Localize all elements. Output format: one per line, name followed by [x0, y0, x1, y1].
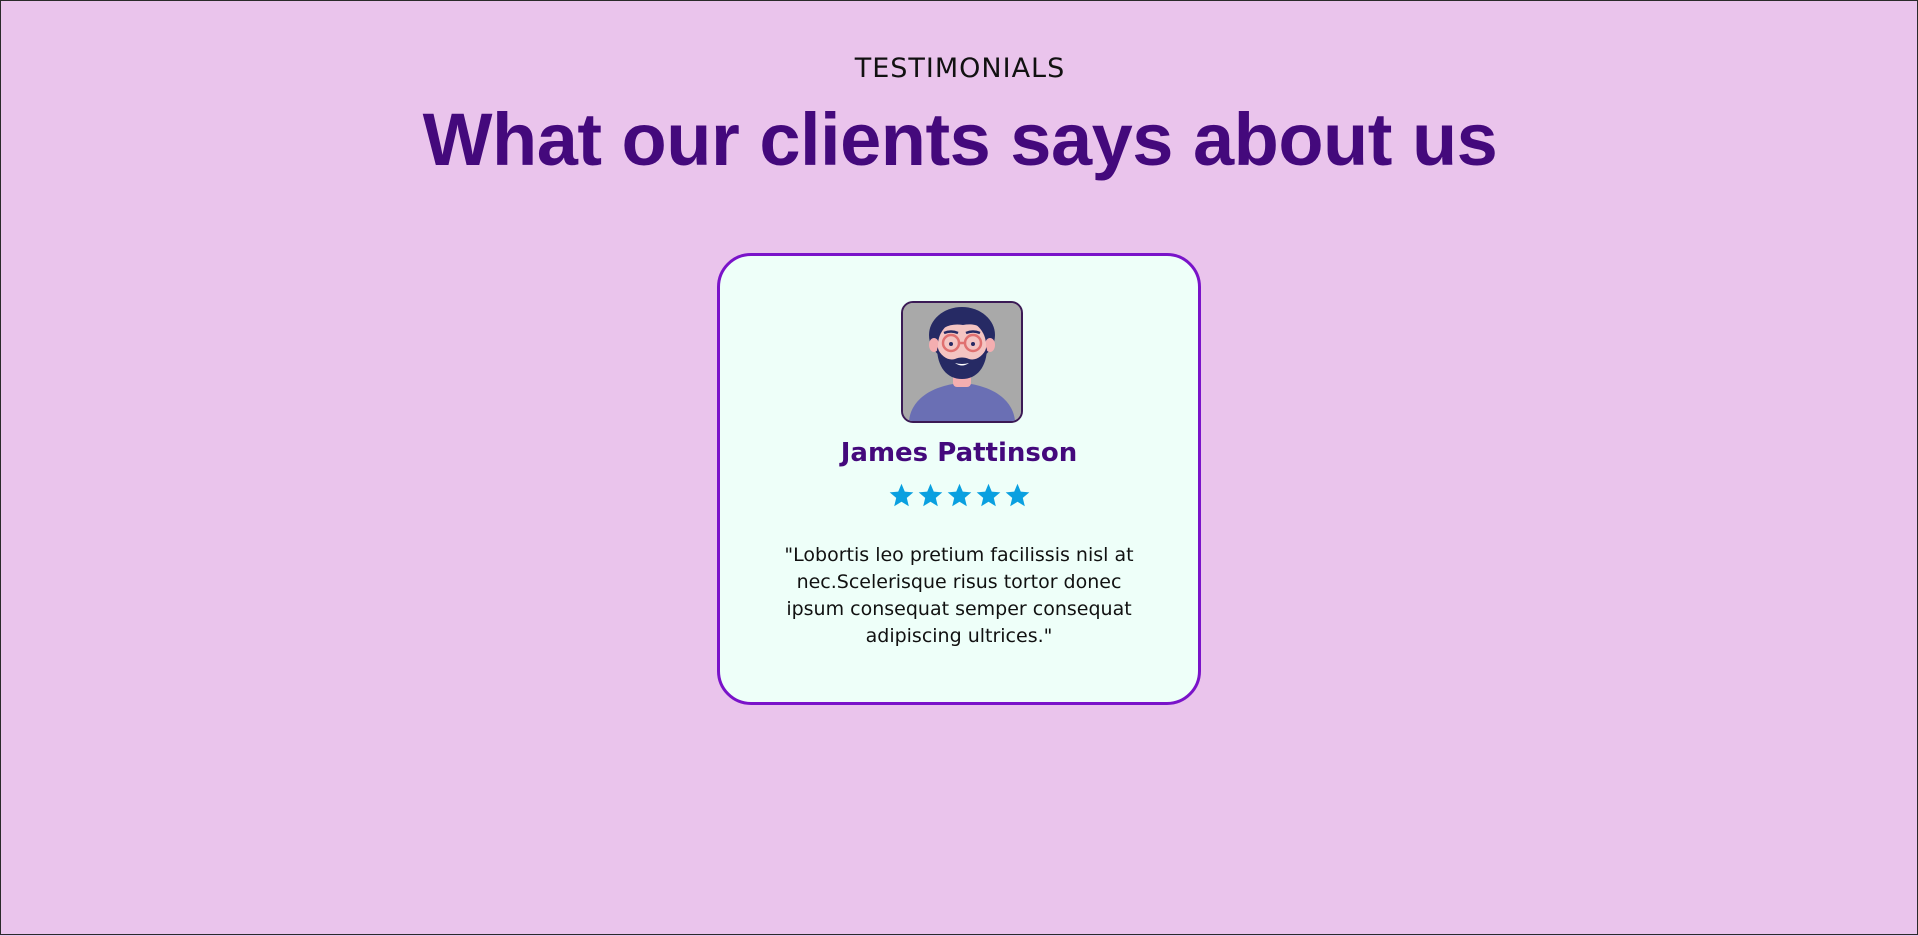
bearded-man-avatar-icon [903, 303, 1021, 421]
testimonial-card: James Pattinson "Lobortis leo pretium fa… [717, 253, 1201, 705]
star-icon [918, 483, 942, 507]
section-heading: What our clients says about us [422, 98, 1498, 181]
star-icon [976, 483, 1000, 507]
client-name: James Pattinson [840, 438, 1078, 468]
avatar [901, 301, 1023, 423]
testimonial-quote: "Lobortis leo pretium facilissis nisl at… [784, 544, 1134, 647]
star-icon [889, 483, 913, 507]
star-icon [1005, 483, 1029, 507]
testimonials-section: TESTIMONIALS What our clients says about… [1, 1, 1918, 936]
section-eyebrow: TESTIMONIALS [854, 53, 1066, 84]
star-icon [947, 483, 971, 507]
star-rating [720, 482, 1198, 509]
